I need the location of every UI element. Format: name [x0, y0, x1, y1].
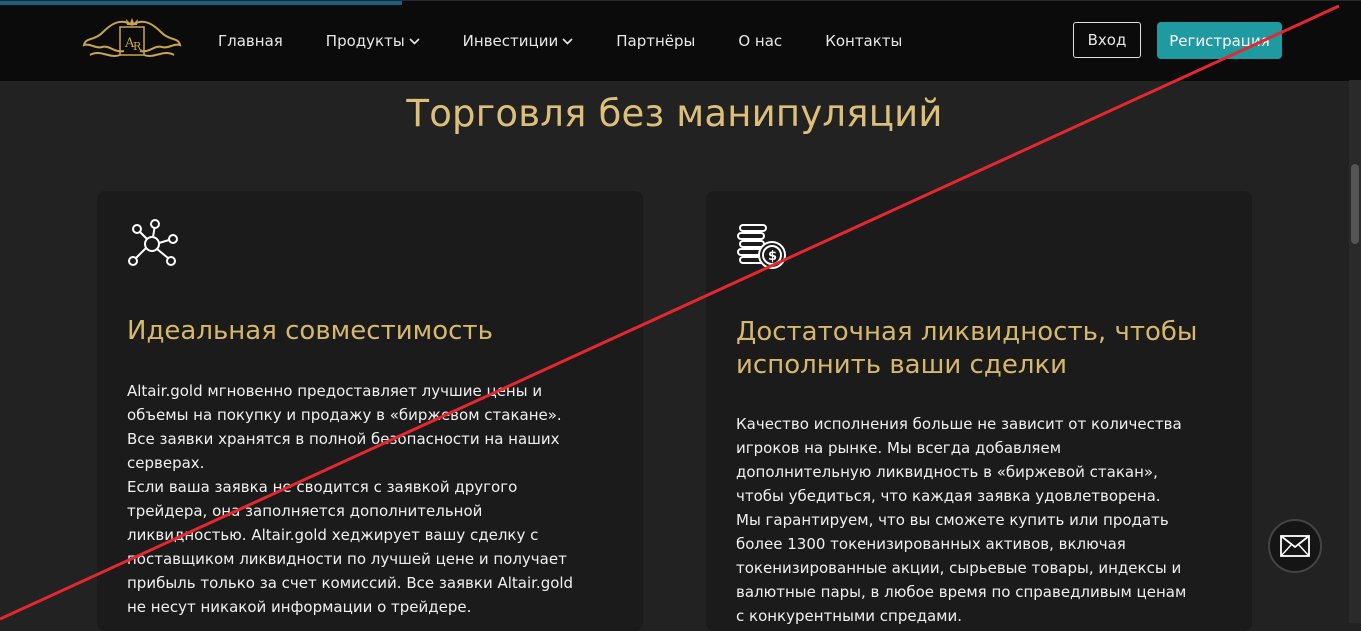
nav-item-about[interactable]: О нас [738, 32, 782, 50]
login-button[interactable]: Вход [1073, 22, 1141, 58]
register-button[interactable]: Регистрация [1157, 22, 1282, 59]
envelope-icon [1280, 535, 1310, 557]
nav-item-investments[interactable]: Инвестиции [463, 32, 574, 50]
chevron-down-icon [409, 38, 420, 45]
page-scrollbar[interactable] [1349, 80, 1361, 623]
svg-text:$: $ [768, 249, 777, 264]
top-navigation-bar: A R Главная Продукты Инвестиции Партнёры… [0, 0, 1361, 81]
nav-item-products[interactable]: Продукты [326, 32, 420, 50]
nav-item-label: Контакты [825, 32, 903, 50]
nav-item-partners[interactable]: Партнёры [616, 32, 695, 50]
network-nodes-icon [128, 219, 178, 266]
nav-item-label: Инвестиции [462, 32, 559, 50]
page-title: Торговля без манипуляций [406, 92, 943, 135]
card-title: Достаточная ликвидность, чтобы исполнить… [736, 317, 1198, 380]
feature-card-liquidity: $ Достаточная ликвидность, чтобы исполни… [706, 191, 1252, 631]
card-paragraph: Мы гарантируем, что вы сможете купить ил… [736, 511, 1187, 625]
nav-item-label: Партнёры [616, 32, 696, 50]
card-paragraph: Качество исполнения больше не зависит от… [736, 415, 1182, 505]
nav-item-label: Продукты [325, 32, 405, 50]
coins-dollar-icon: $ [737, 224, 786, 269]
card-title: Идеальная совместимость [127, 316, 493, 346]
feature-card-compatibility: Идеальная совместимость Altair.gold мгно… [97, 191, 643, 631]
site-logo[interactable]: A R [80, 15, 184, 65]
card-body: Altair.gold мгновенно предоставляет лучш… [127, 379, 577, 619]
card-body: Качество исполнения больше не зависит от… [736, 412, 1196, 628]
nav-item-contacts[interactable]: Контакты [825, 32, 902, 50]
main-nav: Главная Продукты Инвестиции Партнёры О н… [218, 1, 945, 81]
card-paragraph: Если ваша заявка не сводится с заявкой д… [127, 478, 574, 616]
scrollbar-thumb[interactable] [1351, 164, 1359, 244]
svg-text:R: R [133, 40, 142, 53]
nav-item-home[interactable]: Главная [218, 32, 283, 50]
chevron-down-icon [562, 38, 573, 45]
nav-item-label: О нас [738, 32, 783, 50]
contact-mail-button[interactable] [1268, 519, 1322, 573]
card-paragraph: Altair.gold мгновенно предоставляет лучш… [127, 382, 562, 472]
nav-item-label: Главная [218, 32, 283, 50]
